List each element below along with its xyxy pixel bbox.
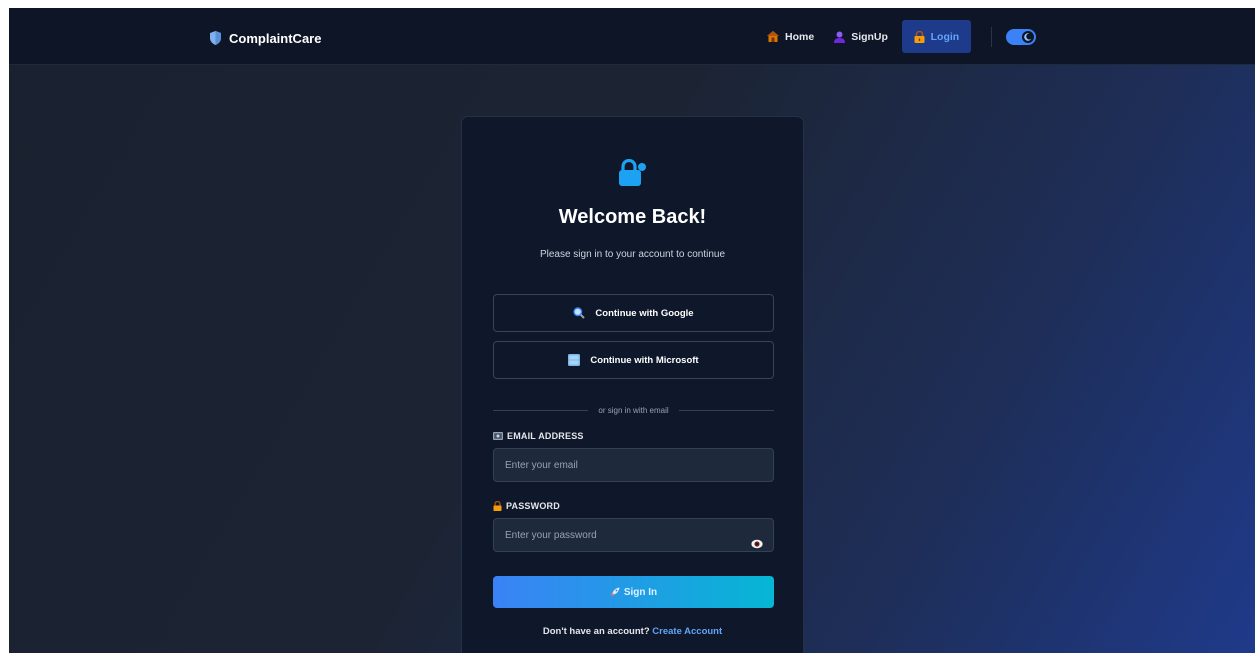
- email-label-text: EMAIL ADDRESS: [507, 431, 584, 441]
- password-input[interactable]: [493, 518, 774, 552]
- email-input[interactable]: [493, 448, 774, 482]
- unlock-icon: [619, 159, 646, 186]
- signup-prompt: Don't have an account?: [542, 626, 650, 637]
- sign-in-label: Sign In: [623, 586, 658, 598]
- create-account-link[interactable]: Create Account: [652, 626, 722, 637]
- nav-login[interactable]: Login: [901, 20, 971, 53]
- show-password-toggle[interactable]: [750, 537, 764, 551]
- toggle-knob: [1021, 30, 1034, 43]
- moon-icon: [1024, 32, 1032, 41]
- theme-toggle[interactable]: [1005, 28, 1036, 45]
- nav-signup-label: SignUp: [851, 30, 888, 43]
- nav-login-label: Login: [930, 30, 960, 43]
- padlock-icon: [493, 501, 502, 511]
- sign-in-button[interactable]: Sign In: [493, 576, 774, 608]
- microsoft-signin-label: Continue with Microsoft: [590, 354, 699, 366]
- eye-icon: [751, 539, 763, 549]
- microsoft-window-icon: [568, 354, 581, 366]
- navbar: ComplaintCare Home SignUp Login: [9, 8, 1255, 65]
- app-frame: ComplaintCare Home SignUp Login Welcome …: [9, 8, 1255, 653]
- password-label: PASSWORD: [493, 501, 560, 511]
- login-subtitle: Please sign in to your account to contin…: [539, 249, 726, 260]
- or-divider: or sign in with email: [493, 404, 774, 416]
- rocket-icon: [610, 587, 620, 597]
- brand-logo[interactable]: ComplaintCare: [210, 28, 321, 48]
- email-label: EMAIL ADDRESS: [493, 431, 584, 441]
- nav-home-label: Home: [785, 30, 815, 43]
- email-icon: [493, 432, 503, 440]
- divider-text: or sign in with email: [598, 405, 669, 415]
- microsoft-signin-button[interactable]: Continue with Microsoft: [493, 341, 774, 379]
- password-label-text: PASSWORD: [506, 501, 560, 511]
- brand-name: ComplaintCare: [229, 30, 322, 46]
- google-signin-button[interactable]: Continue with Google: [493, 294, 774, 332]
- nav-signup[interactable]: SignUp: [824, 20, 898, 53]
- user-icon: [834, 31, 846, 43]
- magnifier-icon: [573, 307, 586, 319]
- login-title: Welcome Back!: [558, 206, 707, 228]
- google-signin-label: Continue with Google: [595, 307, 694, 319]
- divider-line-right: [678, 409, 774, 411]
- login-card: Welcome Back! Please sign in to your acc…: [461, 116, 804, 653]
- house-icon: [767, 31, 779, 42]
- signup-prompt-row: Don't have an account? Create Account: [462, 626, 803, 637]
- shield-icon: [210, 31, 221, 45]
- nav-links: Home SignUp Login: [757, 20, 1036, 53]
- nav-home[interactable]: Home: [757, 20, 824, 53]
- divider-line-left: [493, 409, 589, 411]
- lock-icon: [914, 30, 925, 43]
- nav-separator: [990, 26, 992, 47]
